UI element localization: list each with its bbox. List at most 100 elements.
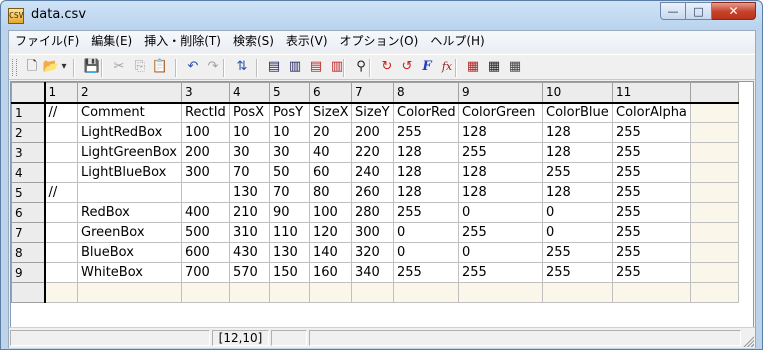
grid-cell[interactable]: ColorAlpha [612, 102, 691, 123]
grid-cell[interactable]: 0 [458, 202, 543, 223]
grid-cell[interactable]: RectId [181, 102, 230, 123]
spreadsheet-grid[interactable]: 1 2 3 4 5 6 7 8 9 10 11 1//Comment RectId PosX PosY Si… [10, 81, 754, 342]
row-header[interactable]: 6 [11, 202, 46, 223]
grid-cell[interactable]: 255 [542, 162, 613, 183]
column-header[interactable]: 6 [309, 82, 352, 104]
row-header[interactable]: 9 [11, 262, 46, 283]
grid-cell[interactable] [77, 182, 182, 203]
grid-cell[interactable]: 220 [351, 142, 394, 163]
grid-cell[interactable]: 10 [229, 122, 270, 143]
grid-cell[interactable]: 255 [542, 242, 613, 263]
grid-cell[interactable] [612, 282, 691, 303]
grid-cell[interactable] [44, 222, 78, 243]
grid-cell[interactable]: 160 [309, 262, 352, 283]
grid-cell[interactable]: 100 [309, 202, 352, 223]
column-header[interactable]: 1 [44, 82, 78, 104]
grid-cell[interactable] [690, 222, 739, 243]
grid-cell[interactable]: ColorRed [393, 102, 459, 123]
column-header[interactable]: 8 [393, 82, 459, 104]
row-header[interactable]: 2 [11, 122, 46, 143]
column-header[interactable]: 10 [542, 82, 613, 104]
grid-cell[interactable] [690, 262, 739, 283]
grid-cell[interactable]: 0 [458, 242, 543, 263]
grid-cell[interactable]: 255 [458, 142, 543, 163]
grid-cell[interactable]: 400 [181, 202, 230, 223]
grid-cell[interactable]: 10 [269, 122, 310, 143]
grid-cell[interactable]: 570 [229, 262, 270, 283]
grid-cell[interactable]: 255 [612, 262, 691, 283]
grid-cell[interactable]: RedBox [77, 202, 182, 223]
recalc-icon[interactable]: ↻ [378, 58, 396, 76]
recalc-all-icon[interactable]: ↺ [398, 58, 416, 76]
font-icon[interactable]: F [418, 58, 436, 76]
sort-icon[interactable]: ⇅ [233, 58, 251, 76]
grid-cell[interactable] [44, 162, 78, 183]
grid-cell[interactable]: 300 [181, 162, 230, 183]
delete-row-icon[interactable]: ▤ [307, 58, 325, 76]
grid-dark-icon[interactable]: ▦ [506, 58, 524, 76]
grid-cell[interactable]: 280 [351, 202, 394, 223]
toolbar-grip[interactable] [12, 59, 17, 76]
row-header[interactable]: 4 [11, 162, 46, 183]
grid-cell[interactable]: LightBlueBox [77, 162, 182, 183]
grid-cell[interactable]: 70 [269, 182, 310, 203]
grid-cell[interactable]: 128 [393, 142, 459, 163]
grid-cell[interactable]: 110 [269, 222, 310, 243]
grid-cell[interactable] [690, 202, 739, 223]
grid-cell[interactable]: 255 [612, 142, 691, 163]
grid-cell[interactable]: 320 [351, 242, 394, 263]
grid-cell[interactable] [77, 282, 182, 303]
grid-cell[interactable] [690, 122, 739, 143]
grid-cell[interactable]: 150 [269, 262, 310, 283]
grid-cell[interactable]: SizeY [351, 102, 394, 123]
grid-cell[interactable] [181, 182, 230, 203]
grid-cell[interactable]: 30 [229, 142, 270, 163]
grid-cell[interactable]: 80 [309, 182, 352, 203]
row-header[interactable]: 8 [11, 242, 46, 263]
menu-insert-delete[interactable]: 挿入・削除(T) [138, 31, 227, 52]
column-header[interactable]: 3 [181, 82, 230, 104]
close-button[interactable]: ✕ [712, 2, 756, 20]
grid-cell[interactable]: 200 [181, 142, 230, 163]
grid-cell[interactable] [542, 282, 613, 303]
grid-black-icon[interactable]: ▦ [485, 58, 503, 76]
grid-cell[interactable]: 255 [612, 202, 691, 223]
minimize-button[interactable]: — [660, 2, 686, 20]
insert-col-icon[interactable]: ▥ [286, 58, 304, 76]
function-icon[interactable]: fx [438, 58, 456, 76]
grid-cell[interactable]: 50 [269, 162, 310, 183]
grid-cell[interactable]: 600 [181, 242, 230, 263]
menu-file[interactable]: ファイル(F) [9, 31, 85, 52]
grid-cell[interactable]: 20 [309, 122, 352, 143]
grid-cell[interactable]: 128 [542, 182, 613, 203]
open-file-icon[interactable]: 📂 [42, 58, 60, 76]
paste-icon[interactable]: 📋 [151, 58, 169, 76]
grid-cell[interactable] [690, 142, 739, 163]
row-header[interactable]: 1 [11, 102, 46, 123]
grid-cell[interactable]: 0 [393, 242, 459, 263]
grid-cell[interactable]: 100 [181, 122, 230, 143]
grid-cell[interactable]: 128 [393, 162, 459, 183]
grid-cell[interactable] [690, 282, 739, 303]
grid-cell[interactable] [181, 282, 230, 303]
grid-cell[interactable]: 300 [351, 222, 394, 243]
maximize-button[interactable]: □ [686, 2, 712, 20]
row-header[interactable]: 3 [11, 142, 46, 163]
grid-cell[interactable]: // [44, 182, 78, 203]
column-header[interactable]: 4 [229, 82, 270, 104]
grid-cell[interactable]: 128 [458, 162, 543, 183]
grid-cell[interactable] [690, 242, 739, 263]
grid-cell[interactable]: 255 [458, 222, 543, 243]
menu-search[interactable]: 検索(S) [227, 31, 280, 52]
grid-cell[interactable]: 200 [351, 122, 394, 143]
grid-cell[interactable]: 120 [309, 222, 352, 243]
grid-cell[interactable]: 255 [612, 182, 691, 203]
column-header[interactable] [690, 82, 739, 104]
cut-icon[interactable]: ✂ [110, 58, 128, 76]
undo-icon[interactable]: ↶ [184, 58, 202, 76]
grid-cell[interactable]: 90 [269, 202, 310, 223]
grid-cell[interactable]: ColorGreen [458, 102, 543, 123]
grid-cell[interactable]: Comment [77, 102, 182, 123]
column-header[interactable]: 2 [77, 82, 182, 104]
save-icon[interactable]: 💾 [83, 58, 101, 76]
